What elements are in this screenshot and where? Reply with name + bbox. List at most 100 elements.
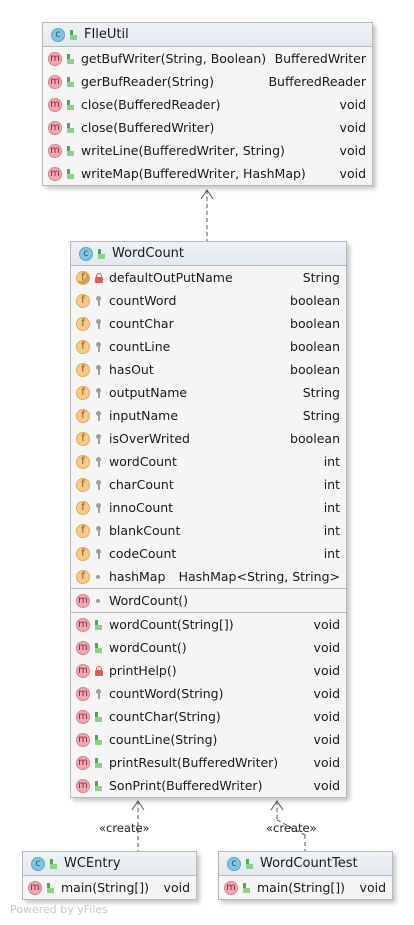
field-icon: f — [76, 500, 90, 515]
public-visibility-icon — [94, 642, 103, 653]
method-row[interactable]: m writeMap(BufferedWriter, HashMap) void — [43, 162, 372, 185]
return-type: void — [339, 166, 366, 181]
constructor-row[interactable]: m WordCount() — [71, 589, 346, 612]
public-visibility-icon — [66, 53, 75, 64]
package-visibility-icon — [94, 502, 103, 513]
field-row[interactable]: f hashMap HashMap<String, String> — [71, 565, 346, 588]
method-signature: printHelp() — [109, 663, 177, 678]
package-visibility-icon — [94, 318, 103, 329]
method-row[interactable]: m countChar(String) void — [71, 705, 346, 728]
field-name: countChar — [109, 316, 174, 331]
default-visibility-icon — [94, 596, 103, 606]
method-row[interactable]: m SonPrint(BufferedWriter) void — [71, 774, 346, 797]
field-type: int — [323, 500, 340, 515]
method-row[interactable]: m countWord(String) void — [71, 682, 346, 705]
field-name: blankCount — [109, 523, 181, 538]
class-wordcounttest[interactable]: c WordCountTest m main(String[]) void — [218, 851, 393, 900]
class-wordcount[interactable]: c WordCount f defaultOutPutName String f cou… — [70, 241, 347, 798]
field-type: int — [323, 454, 340, 469]
field-icon: f — [76, 316, 90, 331]
method-signature: wordCount(String[]) — [109, 617, 234, 632]
field-row[interactable]: f hasOut boolean — [71, 358, 346, 381]
field-row[interactable]: f defaultOutPutName String — [71, 266, 346, 289]
field-icon: f — [76, 362, 90, 377]
field-name: countLine — [109, 339, 171, 354]
method-signature: main(String[]) — [257, 880, 346, 895]
field-row[interactable]: f outputName String — [71, 381, 346, 404]
public-visibility-icon — [66, 145, 75, 156]
field-row[interactable]: f isOverWrited boolean — [71, 427, 346, 450]
field-icon: f — [76, 546, 90, 561]
field-row[interactable]: f countChar boolean — [71, 312, 346, 335]
public-visibility-icon — [94, 619, 103, 630]
watermark: Powered by yFiles — [10, 903, 108, 916]
method-row[interactable]: m wordCount() void — [71, 636, 346, 659]
field-row[interactable]: f innoCount int — [71, 496, 346, 519]
public-visibility-icon — [94, 711, 103, 722]
field-icon: f — [76, 477, 90, 492]
field-row[interactable]: f blankCount int — [71, 519, 346, 542]
method-row[interactable]: m close(BufferedWriter) void — [43, 116, 372, 139]
field-name: codeCount — [109, 546, 177, 561]
class-name: WCEntry — [64, 856, 121, 871]
constructor-signature: WordCount() — [109, 593, 189, 608]
method-row[interactable]: m printHelp() void — [71, 659, 346, 682]
method-row[interactable]: m countLine(String) void — [71, 728, 346, 751]
methods-section: m main(String[]) void — [219, 876, 392, 899]
field-type: int — [323, 523, 340, 538]
field-row[interactable]: f inputName String — [71, 404, 346, 427]
public-visibility-icon — [66, 168, 75, 179]
return-type: void — [359, 880, 386, 895]
field-icon: f — [76, 569, 90, 584]
method-row[interactable]: m main(String[]) void — [23, 876, 196, 899]
field-row[interactable]: f charCount int — [71, 473, 346, 496]
return-type: void — [313, 778, 340, 793]
field-row[interactable]: f countLine boolean — [71, 335, 346, 358]
field-type: int — [323, 477, 340, 492]
class-fileutil[interactable]: c FIleUtil m getBufWriter(String, Boolean… — [42, 22, 373, 186]
class-header[interactable]: c WordCountTest — [219, 852, 392, 876]
create-stereotype-right: «create» — [266, 821, 317, 835]
field-row[interactable]: f codeCount int — [71, 542, 346, 565]
method-row[interactable]: m close(BufferedReader) void — [43, 93, 372, 116]
method-signature: close(BufferedReader) — [81, 97, 221, 112]
field-name: inputName — [109, 408, 179, 423]
package-visibility-icon — [94, 341, 103, 352]
public-visibility-icon — [46, 882, 55, 893]
field-icon: f — [76, 523, 90, 538]
return-type: BufferedWriter — [274, 51, 366, 66]
class-header[interactable]: c WordCount — [71, 242, 346, 266]
field-type: boolean — [290, 316, 340, 331]
return-type: void — [313, 755, 340, 770]
method-row[interactable]: m getBufWriter(String, Boolean) BufferedWr… — [43, 47, 372, 70]
class-name: FIleUtil — [84, 27, 129, 42]
class-wcentry[interactable]: c WCEntry m main(String[]) void — [22, 851, 197, 900]
field-name: countWord — [109, 293, 177, 308]
class-icon: c — [51, 27, 65, 42]
method-signature: main(String[]) — [61, 880, 150, 895]
method-signature: countWord(String) — [109, 686, 224, 701]
method-row[interactable]: m gerBufReader(String) BufferedReader — [43, 70, 372, 93]
class-header[interactable]: c WCEntry — [23, 852, 196, 876]
public-visibility-icon — [94, 780, 103, 791]
field-row[interactable]: f wordCount int — [71, 450, 346, 473]
method-signature: gerBufReader(String) — [81, 74, 214, 89]
methods-section: m main(String[]) void — [23, 876, 196, 899]
method-row[interactable]: m printResult(BufferedWriter) void — [71, 751, 346, 774]
method-icon: m — [76, 640, 90, 655]
method-row[interactable]: m main(String[]) void — [219, 876, 392, 899]
method-row[interactable]: m writeLine(BufferedWriter, String) void — [43, 139, 372, 162]
package-visibility-icon — [94, 295, 103, 306]
public-icon — [49, 858, 58, 869]
return-type: void — [313, 686, 340, 701]
method-icon: m — [48, 51, 62, 66]
field-row[interactable]: f countWord boolean — [71, 289, 346, 312]
return-type: void — [313, 709, 340, 724]
field-type: String — [302, 408, 340, 423]
methods-section: m wordCount(String[]) void m wordCount() void… — [71, 613, 346, 797]
method-row[interactable]: m wordCount(String[]) void — [71, 613, 346, 636]
default-visibility-icon — [94, 572, 103, 582]
return-type: void — [313, 640, 340, 655]
class-header[interactable]: c FIleUtil — [43, 23, 372, 47]
method-signature: wordCount() — [109, 640, 187, 655]
